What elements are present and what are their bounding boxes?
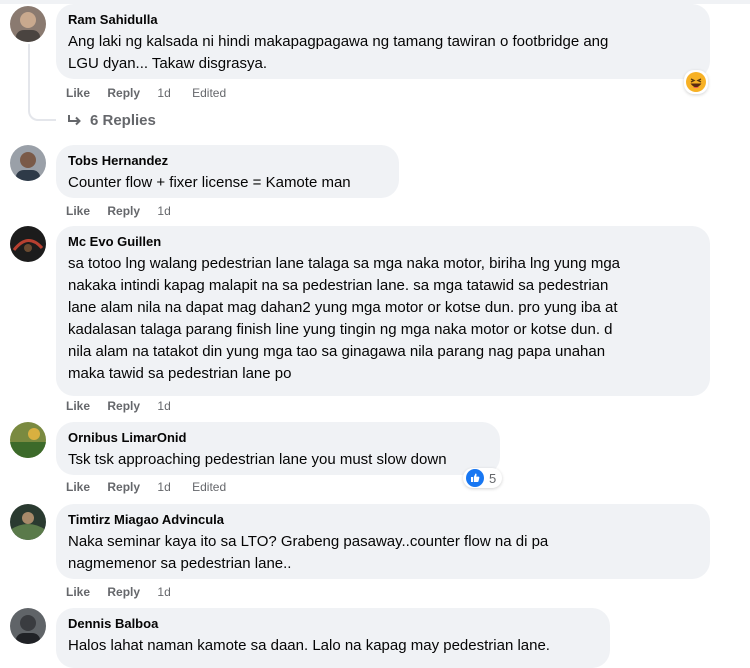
comment-timestamp[interactable]: 1d <box>157 399 170 413</box>
reaction-badge[interactable]: 5 <box>463 468 503 488</box>
avatar[interactable] <box>10 608 46 644</box>
comment-text: Tsk tsk approaching pedestrian lane you … <box>68 451 447 468</box>
reply-button[interactable]: Reply <box>107 399 140 413</box>
comment-timestamp[interactable]: 1d <box>157 204 170 218</box>
avatar[interactable] <box>10 422 46 458</box>
reply-button[interactable]: Reply <box>107 86 140 100</box>
comment-bubble: Ram Sahidulla Ang laki ng kalsada ni hin… <box>56 4 710 79</box>
comment-author[interactable]: Tobs Hernandez <box>68 152 387 169</box>
comment-actions: Like Reply 1d <box>66 398 189 414</box>
reply-button[interactable]: Reply <box>107 480 140 494</box>
like-button[interactable]: Like <box>66 480 90 494</box>
comment-text: sa totoo lng walang pedestrian lane tala… <box>68 255 621 382</box>
avatar[interactable] <box>10 504 46 540</box>
avatar[interactable] <box>10 6 46 42</box>
like-button[interactable]: Like <box>66 204 90 218</box>
comment-bubble: Timtirz Miagao Advincula Naka seminar ka… <box>56 504 710 579</box>
like-button[interactable]: Like <box>66 585 90 599</box>
comment-actions: Like Reply 1d Edited <box>66 85 226 101</box>
comment-text: Ang laki ng kalsada ni hindi makapagpaga… <box>68 33 609 72</box>
comment-author[interactable]: Mc Evo Guillen <box>68 233 698 250</box>
reply-arrow-icon <box>68 114 81 125</box>
edited-label: Edited <box>192 480 227 494</box>
comment-bubble: Mc Evo Guillen sa totoo lng walang pedes… <box>56 226 710 396</box>
comment-bubble: Tobs Hernandez Counter flow + fixer lice… <box>56 145 399 198</box>
comment-timestamp[interactable]: 1d <box>157 86 170 100</box>
replies-label: 6 Replies <box>90 112 156 129</box>
comment-actions: Like Reply 1d Edited <box>66 479 226 495</box>
thread-line <box>28 44 56 121</box>
comment-timestamp[interactable]: 1d <box>157 585 170 599</box>
comment-actions: Like Reply 1d <box>66 203 189 219</box>
comment-text: Naka seminar kaya ito sa LTO? Grabeng pa… <box>68 533 549 572</box>
comment-author[interactable]: Dennis Balboa <box>68 615 598 632</box>
comment-author[interactable]: Timtirz Miagao Advincula <box>68 511 698 528</box>
reply-button[interactable]: Reply <box>107 204 140 218</box>
haha-emoji-icon <box>686 72 706 92</box>
comment-bubble: Ornibus LimarOnid Tsk tsk approaching pe… <box>56 422 500 475</box>
view-replies-link[interactable]: 6 Replies <box>66 112 156 129</box>
comment-author[interactable]: Ram Sahidulla <box>68 11 698 28</box>
comment-timestamp[interactable]: 1d <box>157 480 170 494</box>
like-button[interactable]: Like <box>66 399 90 413</box>
comment-text: Halos lahat naman kamote sa daan. Lalo n… <box>68 637 550 654</box>
avatar[interactable] <box>10 145 46 181</box>
comment-bubble: Dennis Balboa Halos lahat naman kamote s… <box>56 608 610 668</box>
reply-button[interactable]: Reply <box>107 585 140 599</box>
reaction-badge[interactable] <box>684 70 708 94</box>
like-button[interactable]: Like <box>66 86 90 100</box>
comment-text: Counter flow + fixer license = Kamote ma… <box>68 174 351 191</box>
avatar[interactable] <box>10 226 46 262</box>
edited-label: Edited <box>192 86 227 100</box>
reaction-count: 5 <box>489 470 497 486</box>
comment-author[interactable]: Ornibus LimarOnid <box>68 429 488 446</box>
like-thumb-icon <box>466 469 484 487</box>
comment-actions: Like Reply 1d <box>66 584 189 600</box>
